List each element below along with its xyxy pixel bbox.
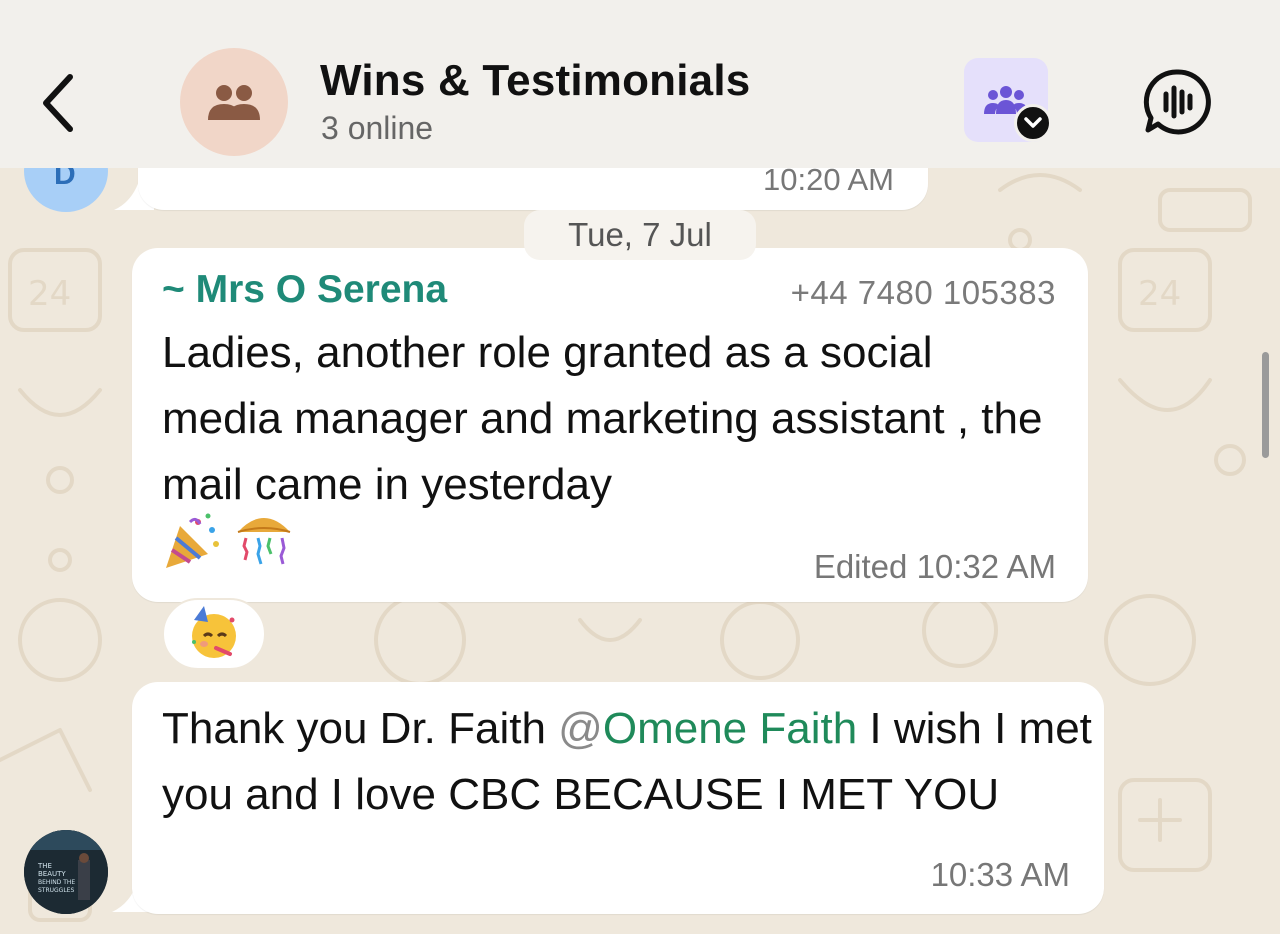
sender-avatar[interactable]: THE BEAUTY BEHIND THE STRUGGLES bbox=[24, 830, 108, 914]
emoji-row bbox=[162, 512, 296, 572]
sender-phone: +44 7480 105383 bbox=[790, 274, 1056, 311]
confetti-ball-icon bbox=[237, 518, 291, 565]
party-popper-icon bbox=[166, 513, 219, 568]
svg-text:24: 24 bbox=[1138, 274, 1181, 314]
message-bubble[interactable]: ~ Mrs O Serena +44 7480 105383 Ladies, a… bbox=[132, 248, 1088, 602]
online-status: 3 online bbox=[321, 110, 434, 146]
partying-face-icon bbox=[192, 606, 236, 658]
chevron-down-icon bbox=[1024, 117, 1042, 128]
chat-title[interactable]: Wins & Testimonials bbox=[320, 56, 750, 106]
group-people-icon bbox=[208, 85, 260, 120]
back-button[interactable] bbox=[34, 68, 82, 138]
edited-label: Edited bbox=[813, 548, 908, 585]
message-text: Thank you Dr. Faith @Omene Faith I wish … bbox=[162, 696, 1092, 828]
text-before-mention: Thank you Dr. Faith bbox=[162, 704, 559, 753]
message-meta: Edited 10:32 AM bbox=[814, 548, 1056, 586]
book-cover-image: THE BEAUTY BEHIND THE STRUGGLES bbox=[24, 830, 108, 914]
message-time: 10:33 AM bbox=[930, 856, 1070, 893]
message-text: Ladies, another role granted as a social… bbox=[162, 328, 1043, 509]
svg-text:BEAUTY: BEAUTY bbox=[38, 870, 66, 878]
mention-link[interactable]: Omene Faith bbox=[603, 704, 857, 753]
community-dropdown[interactable] bbox=[1014, 104, 1052, 142]
mention-at-sign: @ bbox=[558, 704, 603, 753]
svg-text:24: 24 bbox=[28, 274, 71, 314]
svg-text:STRUGGLES: STRUGGLES bbox=[38, 887, 74, 894]
voice-chat-icon bbox=[1143, 69, 1211, 135]
svg-text:BEHIND THE: BEHIND THE bbox=[38, 879, 75, 886]
sender-name[interactable]: ~ Mrs O Serena bbox=[162, 268, 447, 312]
chat-header: Wins & Testimonials 3 online bbox=[0, 0, 1280, 168]
date-divider: Tue, 7 Jul bbox=[524, 210, 756, 260]
svg-text:THE: THE bbox=[37, 862, 52, 870]
group-avatar[interactable] bbox=[180, 48, 288, 156]
chevron-left-icon bbox=[43, 74, 73, 132]
message-time: 10:32 AM bbox=[916, 548, 1056, 585]
message-bubble[interactable]: Thank you Dr. Faith @Omene Faith I wish … bbox=[132, 682, 1104, 914]
voice-chat-button[interactable] bbox=[1142, 66, 1214, 138]
message-reaction[interactable] bbox=[162, 598, 266, 670]
scrollbar[interactable] bbox=[1262, 352, 1269, 458]
